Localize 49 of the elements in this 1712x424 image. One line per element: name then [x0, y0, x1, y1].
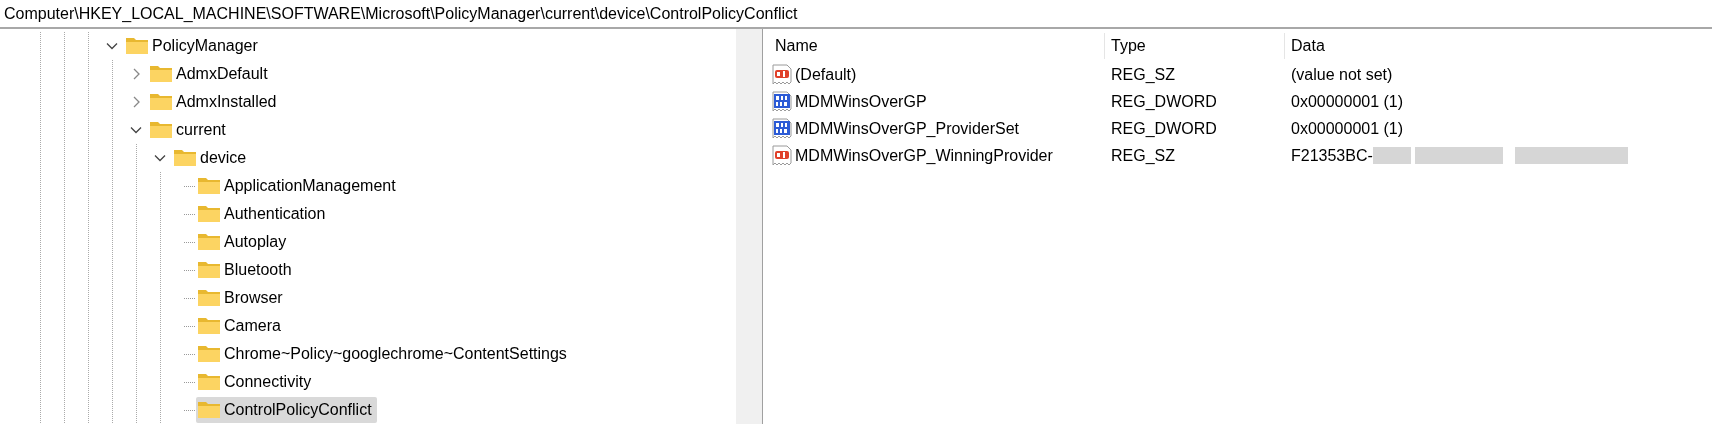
value-data: 0x00000001 (1)	[1291, 119, 1404, 138]
value-type: REG_SZ	[1111, 65, 1175, 84]
tree-item[interactable]: Bluetooth	[196, 257, 297, 283]
folder-icon	[173, 147, 197, 169]
value-data: (value not set)	[1291, 65, 1393, 84]
value-name[interactable]: MDMWinsOverGP	[795, 92, 927, 111]
folder-icon	[197, 343, 221, 365]
tree-item[interactable]: Authentication	[196, 201, 331, 227]
tree-item[interactable]: AdmxInstalled	[148, 89, 282, 115]
tree-item[interactable]: ApplicationManagement	[196, 173, 401, 199]
tree-item[interactable]: PolicyManager	[124, 33, 263, 59]
value-type: REG_SZ	[1111, 146, 1175, 165]
folder-icon	[197, 175, 221, 197]
folder-icon	[149, 119, 173, 141]
folder-icon	[197, 371, 221, 393]
tree-item[interactable]: current	[148, 117, 231, 143]
column-header[interactable]: Name	[769, 33, 1105, 59]
value-name[interactable]: MDMWinsOverGP_WinningProvider	[795, 146, 1053, 165]
column-header[interactable]: Type	[1105, 33, 1285, 59]
binary-value-icon	[771, 90, 793, 113]
folder-icon	[125, 35, 149, 57]
value-type: REG_DWORD	[1111, 92, 1217, 111]
folder-icon	[197, 259, 221, 281]
folder-icon	[197, 287, 221, 309]
folder-icon	[149, 91, 173, 113]
folder-icon	[149, 63, 173, 85]
value-name[interactable]: MDMWinsOverGP_ProviderSet	[795, 119, 1020, 138]
value-type: REG_DWORD	[1111, 119, 1217, 138]
binary-value-icon	[771, 117, 793, 140]
value-data: F21353BC-	[1291, 146, 1373, 165]
value-name[interactable]: (Default)	[795, 65, 857, 84]
tree-item[interactable]: Camera	[196, 313, 286, 339]
scrollbar-track[interactable]	[736, 29, 762, 424]
tree-item[interactable]: AdmxDefault	[148, 61, 273, 87]
tree-item[interactable]: Connectivity	[196, 369, 317, 395]
string-value-icon	[771, 63, 793, 86]
tree-item[interactable]: Browser	[196, 285, 288, 311]
tree-item[interactable]: Chrome~Policy~googlechrome~ContentSettings	[196, 341, 572, 367]
address-bar[interactable]: Computer\HKEY_LOCAL_MACHINE\SOFTWARE\Microsoft\PolicyManager\current\device\ControlPolicyConflict	[0, 0, 1712, 29]
folder-icon	[197, 315, 221, 337]
tree-item[interactable]: Autoplay	[196, 229, 292, 255]
tree-item[interactable]: ControlPolicyConflict	[196, 397, 377, 423]
folder-icon	[197, 399, 221, 421]
value-data: 0x00000001 (1)	[1291, 92, 1404, 111]
folder-icon	[197, 203, 221, 225]
folder-icon	[197, 231, 221, 253]
column-header[interactable]: Data	[1285, 33, 1685, 59]
string-value-icon	[771, 144, 793, 167]
tree-item[interactable]: device	[172, 145, 252, 171]
